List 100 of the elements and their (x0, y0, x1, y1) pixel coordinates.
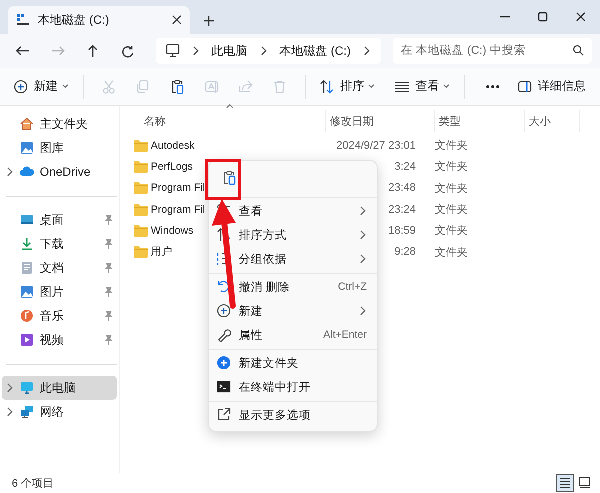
copy-icon (136, 80, 150, 94)
chevron-icon (192, 46, 200, 56)
sidebar-item[interactable]: 桌面 (2, 208, 117, 232)
menu-item[interactable]: 撤消 删除 Ctrl+Z (213, 275, 373, 299)
paste-icon (223, 170, 237, 186)
tiles-view-icon (578, 476, 592, 490)
pictures-icon (20, 285, 34, 299)
external-icon (217, 408, 231, 422)
more-icon (486, 84, 500, 88)
modified-date: 23:24 (388, 204, 416, 216)
video-icon (20, 333, 34, 347)
dropdown-caret-icon (443, 84, 450, 89)
folder-icon (134, 140, 148, 152)
modified-date: 3:24 (394, 160, 416, 173)
wrench-icon (217, 328, 231, 342)
item-count: 6 个项目 (12, 476, 54, 490)
cloud-icon (20, 165, 34, 179)
highlight-box (206, 160, 242, 200)
forward-arrow-icon (51, 44, 66, 58)
network-icon (20, 405, 34, 419)
column-header[interactable]: 名称 (144, 114, 166, 128)
sort-caret-icon (226, 104, 234, 109)
sidebar-item[interactable]: 图片 (2, 280, 117, 304)
sidebar-item[interactable]: 视频 (2, 328, 117, 352)
add-circle-icon (14, 80, 28, 94)
desktop-icon (20, 213, 34, 227)
paste-icon (170, 80, 185, 94)
share-icon (239, 80, 254, 94)
menu-item[interactable]: 新建 (213, 299, 373, 323)
modified-date: 23:48 (388, 182, 416, 194)
modified-date: 2024/9/27 23:01 (336, 140, 416, 152)
details-pane-icon (518, 80, 532, 92)
scissors-icon (102, 80, 116, 94)
column-header[interactable]: 类型 (439, 114, 461, 128)
search-icon (573, 45, 584, 56)
new-button[interactable]: 新建 (8, 72, 75, 100)
address-bar[interactable]: 此电脑 本地磁盘 (C:) (156, 38, 382, 64)
file-type: 文件夹 (435, 202, 468, 218)
sidebar-item[interactable]: 此电脑 (2, 376, 117, 400)
chevron-icon (363, 46, 372, 56)
breadcrumb[interactable]: 此电脑 (212, 42, 248, 60)
home-icon (20, 117, 34, 131)
view-button[interactable]: 查看 (389, 72, 456, 100)
sidebar-item[interactable]: 网络 (2, 400, 117, 424)
file-name[interactable]: Program Fil (151, 182, 206, 194)
gallery-icon (20, 141, 34, 155)
sidebar-item[interactable]: 文档 (2, 256, 117, 280)
modified-date: 9:28 (394, 246, 416, 258)
file-name[interactable]: PerfLogs (151, 160, 194, 173)
maximize-icon (538, 12, 548, 22)
menu-item[interactable]: 显示更多选项 (213, 403, 373, 427)
close-icon (576, 12, 586, 22)
plus-icon (204, 16, 214, 26)
folder-icon (134, 204, 148, 216)
trash-icon (273, 80, 288, 94)
download-icon (20, 237, 34, 251)
close-icon (172, 15, 182, 25)
sidebar-item[interactable]: 图库 (2, 136, 117, 160)
list-view-icon (558, 476, 572, 490)
menu-item[interactable]: 在终端中打开 (213, 375, 373, 399)
file-name[interactable]: Windows (151, 224, 194, 237)
document-icon (20, 261, 34, 275)
file-type: 文件夹 (435, 160, 468, 174)
monitor-icon (166, 44, 180, 58)
sidebar-item[interactable]: 主文件夹 (2, 112, 117, 136)
sidebar-item[interactable]: 下载 (2, 232, 117, 256)
modified-date: 18:59 (388, 224, 416, 237)
add-circle-icon (217, 304, 231, 318)
window-tab[interactable]: 本地磁盘 (C:) (8, 6, 190, 34)
sort-button[interactable]: 排序 (314, 72, 382, 100)
rename-icon (204, 80, 219, 94)
search-field[interactable]: 在 本地磁盘 (C:) 中搜索 (393, 38, 592, 64)
column-header[interactable]: 大小 (529, 114, 551, 128)
folder-icon (134, 160, 148, 173)
back-arrow-icon (16, 44, 30, 58)
sidebar-item[interactable]: 音乐 (2, 304, 117, 328)
file-name[interactable]: Autodesk (151, 140, 195, 152)
column-header[interactable]: 修改日期 (330, 114, 374, 128)
details-button[interactable]: 详细信息 (512, 72, 592, 100)
details-view-button[interactable] (556, 474, 574, 492)
breadcrumb[interactable]: 本地磁盘 (C:) (280, 42, 352, 60)
music-icon (20, 309, 34, 323)
sort-icon (320, 80, 334, 94)
menu-item[interactable]: 属性 Alt+Enter (213, 323, 373, 347)
app-icon (16, 13, 30, 27)
dropdown-caret-icon (62, 84, 69, 89)
menu-item[interactable]: 排序方式 (213, 223, 373, 247)
file-name[interactable]: Program Fil (151, 204, 206, 216)
chevron-icon (260, 46, 268, 56)
sidebar-item[interactable]: OneDrive (2, 160, 117, 184)
file-name[interactable]: 用户 (151, 245, 173, 260)
folder-icon (134, 224, 148, 237)
folder-icon (134, 246, 148, 258)
new-folder-icon (217, 356, 231, 370)
folder-icon (134, 182, 148, 194)
computer-icon (20, 381, 34, 395)
file-type: 文件夹 (435, 246, 468, 260)
list-icon (395, 80, 410, 92)
menu-item[interactable]: 新建文件夹 (213, 351, 373, 375)
menu-item[interactable]: 分组依据 (213, 247, 373, 271)
